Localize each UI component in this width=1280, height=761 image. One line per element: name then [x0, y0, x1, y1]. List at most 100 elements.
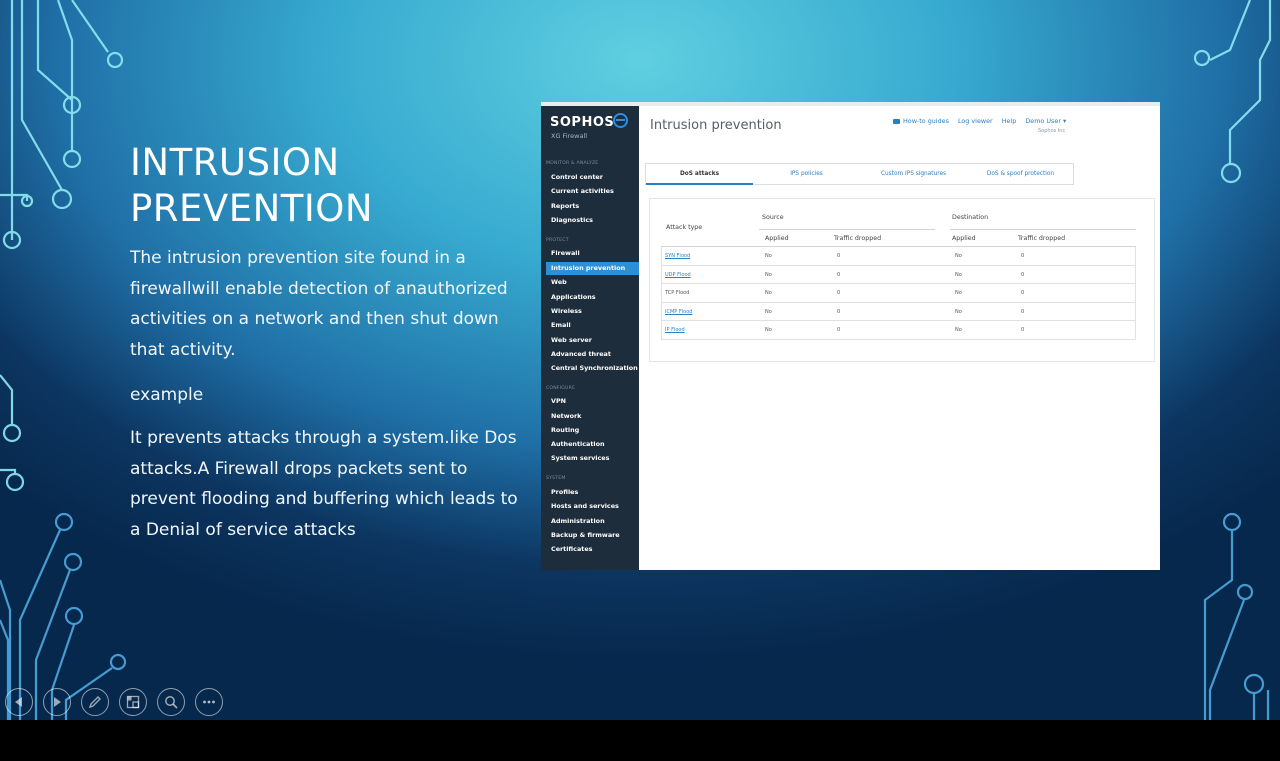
video-icon — [893, 118, 900, 124]
log-viewer-link[interactable]: Log viewer — [958, 117, 993, 125]
header-attack-type: Attack type — [666, 224, 703, 231]
sidebar-item-control-center[interactable]: Control center — [546, 171, 639, 184]
table-cell: No — [955, 308, 962, 315]
next-slide-button[interactable] — [43, 688, 71, 716]
header-destination: Destination — [952, 214, 989, 221]
sidebar-item-web[interactable]: Web — [546, 276, 639, 289]
table-cell: 0 — [1021, 271, 1025, 278]
sidebar-item-reports[interactable]: Reports — [546, 200, 639, 213]
help-link[interactable]: Help — [1002, 117, 1017, 125]
embedded-screenshot: SOPHOS XG Firewall MONITOR & ANALYZE Con… — [541, 102, 1160, 570]
slide-paragraph-2: It prevents attacks through a system.lik… — [130, 428, 518, 540]
sidebar-item-routing[interactable]: Routing — [546, 424, 639, 437]
table-cell: No — [955, 327, 962, 333]
slide-title: INTRUSION PREVENTION — [130, 141, 374, 230]
udp-flood-link[interactable]: UDP Flood — [665, 272, 691, 278]
tab-bar: DoS attacks IPS policies Custom IPS sign… — [645, 163, 1074, 185]
zoom-icon — [165, 696, 178, 709]
slide-paragraph-example: example — [130, 385, 204, 405]
letterbox-bar — [0, 720, 1280, 761]
pen-tool-button[interactable] — [81, 688, 109, 716]
table-cell: No — [765, 290, 772, 296]
table-cell: No — [765, 271, 772, 278]
ip-flood-link[interactable]: IP Flood — [665, 327, 685, 333]
more-icon — [203, 700, 215, 704]
previous-slide-button[interactable] — [5, 688, 33, 716]
previous-icon — [15, 697, 22, 707]
more-options-button[interactable] — [195, 688, 223, 716]
table-cell: No — [765, 327, 772, 333]
sidebar-item-diagnostics[interactable]: Diagnostics — [546, 214, 639, 227]
sophos-logo: SOPHOS — [550, 115, 615, 130]
sophos-sidebar: SOPHOS XG Firewall MONITOR & ANALYZE Con… — [541, 106, 639, 570]
product-name: XG Firewall — [551, 132, 588, 140]
table-cell: 0 — [1021, 253, 1025, 259]
tab-ips-policies[interactable]: IPS policies — [753, 164, 860, 185]
table-cell: 0 — [1021, 308, 1025, 315]
sidebar-item-authentication[interactable]: Authentication — [546, 438, 639, 451]
table-cell: 0 — [837, 290, 841, 296]
icmp-flood-link[interactable]: ICMP Flood — [665, 309, 692, 315]
zoom-button[interactable] — [157, 688, 185, 716]
section-system: SYSTEM — [546, 476, 566, 481]
table-cell: 0 — [837, 327, 841, 333]
header-source: Source — [762, 214, 784, 221]
section-protect: PROTECT — [546, 238, 569, 243]
sidebar-item-central-sync[interactable]: Central Synchronization — [546, 362, 639, 375]
sidebar-item-firewall[interactable]: Firewall — [546, 247, 639, 260]
table-row: IP Flood No 0 No 0 — [661, 321, 1136, 340]
sidebar-item-applications[interactable]: Applications — [546, 291, 639, 304]
table-cell: 0 — [837, 253, 841, 259]
sidebar-item-hosts-services[interactable]: Hosts and services — [546, 500, 639, 513]
sidebar-item-administration[interactable]: Administration — [546, 515, 639, 528]
tab-dos-attacks[interactable]: DoS attacks — [646, 164, 753, 185]
tab-dos-spoof-protection[interactable]: DoS & spoof protection — [967, 164, 1074, 185]
header-dest-dropped: Traffic dropped — [1018, 235, 1066, 242]
table-row: SYN Flood No 0 No 0 — [661, 247, 1136, 266]
table-row: ICMP Flood No 0 No 0 — [661, 302, 1136, 321]
see-all-slides-button[interactable] — [119, 688, 147, 716]
top-links: How-to guides Log viewer Help Demo User … — [893, 117, 1073, 125]
header-source-applied: Applied — [765, 235, 789, 242]
next-icon — [54, 697, 61, 707]
slide: INTRUSION PREVENTION The intrusion preve… — [0, 0, 1280, 720]
section-configure: CONFIGURE — [546, 386, 576, 391]
table-row: TCP Flood No 0 No 0 — [661, 284, 1136, 303]
table-cell: No — [955, 253, 962, 259]
table-cell: No — [765, 253, 772, 259]
sidebar-item-network[interactable]: Network — [546, 410, 639, 423]
how-to-guides-link[interactable]: How-to guides — [893, 117, 949, 125]
sidebar-item-wireless[interactable]: Wireless — [546, 305, 639, 318]
sidebar-item-vpn[interactable]: VPN — [546, 395, 639, 408]
dos-table-panel: Attack type Source Destination Applied T… — [649, 198, 1155, 362]
sidebar-item-backup-firmware[interactable]: Backup & firmware — [546, 529, 639, 542]
slide-paragraph-1: The intrusion prevention site found in a… — [130, 248, 508, 360]
table-cell: No — [765, 308, 772, 315]
sidebar-item-advanced-threat[interactable]: Advanced threat — [546, 348, 639, 361]
pen-icon — [88, 696, 101, 709]
sidebar-item-email[interactable]: Email — [546, 319, 639, 332]
company-name: Sophos Inc — [1038, 128, 1066, 134]
tcp-flood-label: TCP Flood — [665, 290, 690, 296]
syn-flood-link[interactable]: SYN Flood — [665, 253, 690, 259]
tab-custom-ips-signatures[interactable]: Custom IPS signatures — [860, 164, 967, 185]
sidebar-item-system-services[interactable]: System services — [546, 452, 639, 465]
table-cell: 0 — [837, 271, 841, 278]
table-cell: 0 — [1021, 327, 1025, 333]
table-cell: 0 — [837, 308, 841, 315]
sidebar-item-intrusion-prevention[interactable]: Intrusion prevention — [546, 262, 639, 275]
sidebar-item-certificates[interactable]: Certificates — [546, 543, 639, 556]
slides-icon — [126, 695, 140, 709]
page-title: Intrusion prevention — [650, 118, 782, 133]
sophos-globe-icon — [613, 113, 628, 128]
header-source-dropped: Traffic dropped — [834, 235, 882, 242]
sidebar-item-current-activities[interactable]: Current activities — [546, 185, 639, 198]
table-cell: No — [955, 271, 962, 278]
sidebar-item-web-server[interactable]: Web server — [546, 334, 639, 347]
table-cell: 0 — [1021, 290, 1025, 296]
header-dest-applied: Applied — [952, 235, 976, 242]
user-menu[interactable]: Demo User ▾ — [1025, 117, 1066, 125]
table-cell: No — [955, 290, 962, 296]
sidebar-item-profiles[interactable]: Profiles — [546, 486, 639, 499]
table-row: UDP Flood No 0 No 0 — [661, 265, 1136, 284]
